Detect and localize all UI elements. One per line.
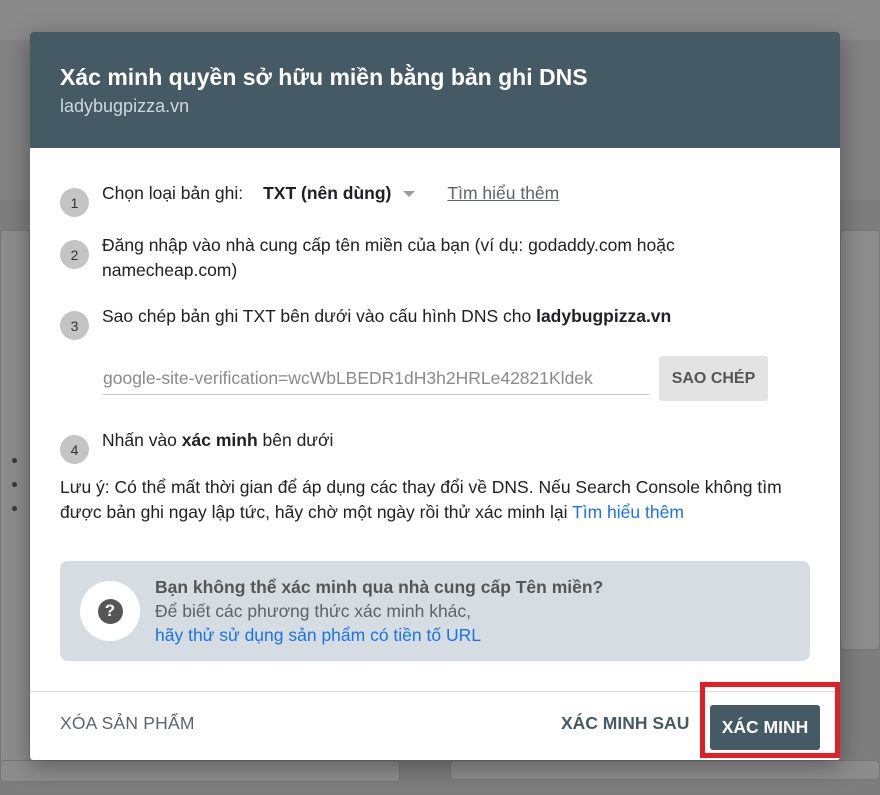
step-number-badge: 1 [60,188,89,217]
step-4-bold: xác minh [181,430,258,450]
alternative-method-box: ? Bạn không thể xác minh qua nhà cung cấ… [60,561,810,661]
record-type-label: Chọn loại bản ghi: [102,183,244,203]
step-4-text: Nhấn vào xác minh bên dưới [102,428,333,453]
background-card-bottom-right [450,760,880,780]
background-bullet [12,506,17,511]
copy-button[interactable]: SAO CHÉP [659,356,768,401]
help-icon-circle: ? [80,581,140,641]
record-type-value: TXT (nên dùng) [263,183,392,203]
highlight-box [700,682,840,758]
step-number-badge: 2 [60,240,89,269]
verify-later-button[interactable]: XÁC MINH SAU [561,713,689,734]
txt-record-row: SAO CHÉP [103,356,768,401]
step-number-badge: 4 [60,435,89,464]
background-bullet [12,482,17,487]
dns-note: Lưu ý: Có thể mất thời gian để áp dụng c… [60,475,810,525]
step-1-content: Chọn loại bản ghi: TXT (nên dùng) Tìm hi… [102,181,559,206]
step-3-domain: ladybugpizza.vn [536,306,672,326]
step-4-prefix: Nhấn vào [102,430,182,450]
step-2-text: Đăng nhập vào nhà cung cấp tên miền của … [102,235,675,280]
background-bullet [12,458,17,463]
help-icon: ? [97,598,123,624]
step-2: 2 Đăng nhập vào nhà cung cấp tên miền củ… [60,233,732,283]
txt-record-field[interactable] [103,362,649,395]
info-text: Bạn không thể xác minh qua nhà cung cấp … [155,575,603,647]
note-learn-more-link[interactable]: Tìm hiểu thêm [572,502,684,522]
step-number-badge: 3 [60,311,89,340]
dialog-title: Xác minh quyền sở hữu miền bằng bản ghi … [60,64,588,90]
background-card-right [840,230,880,650]
background-card-left [0,230,30,780]
url-prefix-link[interactable]: hãy thử sử dụng sản phẩm có tiền tố URL [155,623,603,647]
chevron-down-icon [403,190,416,197]
step-3-instruction: Sao chép bản ghi TXT bên dưới vào cấu hì… [102,306,537,326]
step-3: 3 Sao chép bản ghi TXT bên dưới vào cấu … [60,304,671,340]
step-4-suffix: bên dưới [257,430,334,450]
record-type-select[interactable]: TXT (nên dùng) [263,181,416,206]
info-title: Bạn không thể xác minh qua nhà cung cấp … [155,577,604,597]
learn-more-link[interactable]: Tìm hiểu thêm [447,181,559,206]
dns-verification-dialog: Xác minh quyền sở hữu miền bằng bản ghi … [30,32,840,760]
step-3-text: Sao chép bản ghi TXT bên dưới vào cấu hì… [102,304,671,329]
dialog-subtitle-domain: ladybugpizza.vn [60,96,190,116]
delete-property-button[interactable]: XÓA SẢN PHẨM [60,713,195,734]
dialog-header: Xác minh quyền sở hữu miền bằng bản ghi … [30,32,840,148]
background-card-bottom-left [0,760,400,782]
info-line: Để biết các phương thức xác minh khác, [155,601,472,621]
step-1: 1 Chọn loại bản ghi: TXT (nên dùng) Tìm … [60,181,559,217]
step-4: 4 Nhấn vào xác minh bên dưới [60,428,333,464]
